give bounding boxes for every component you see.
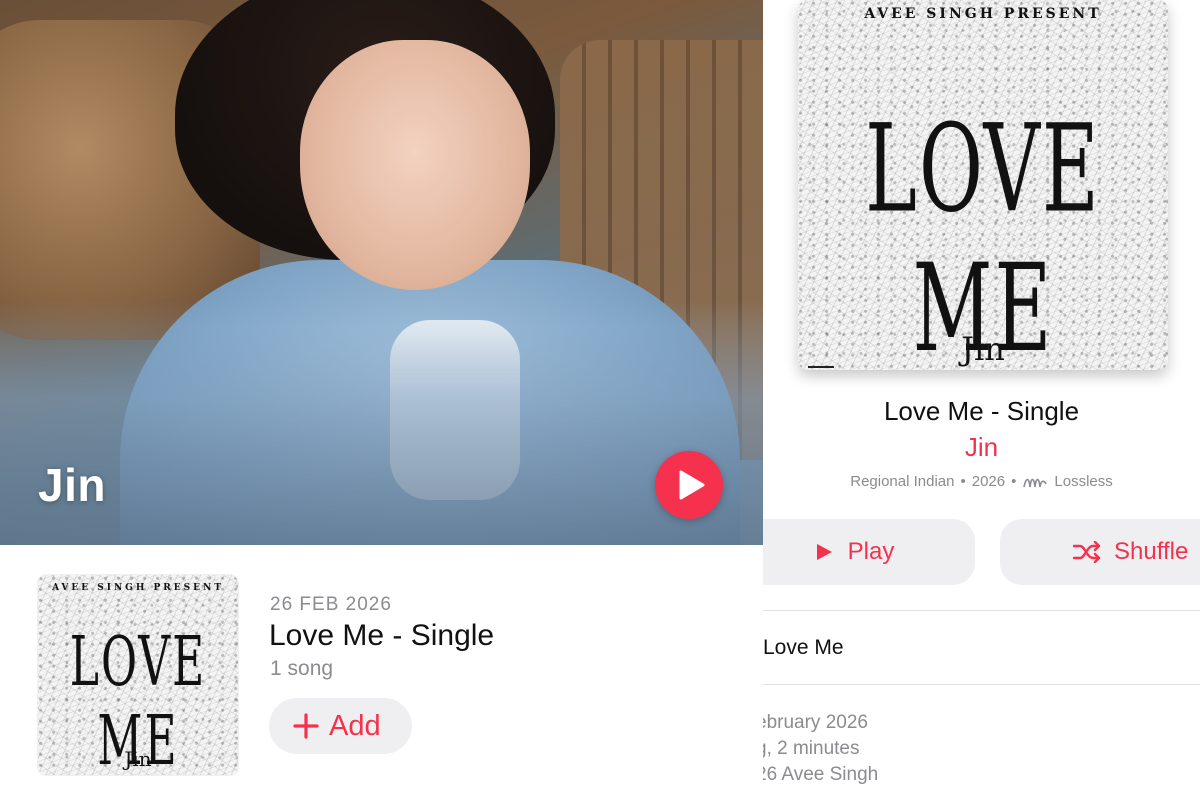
meta-separator: • xyxy=(960,473,966,490)
add-button-label: Add xyxy=(329,709,381,742)
divider xyxy=(763,684,1200,685)
copyright-info: 26 Avee Singh xyxy=(763,764,879,785)
art-corner-mark xyxy=(808,366,834,368)
art-presenter-text: Avee Singh Present xyxy=(864,6,1102,22)
shuffle-button[interactable]: Shuffle xyxy=(1000,519,1200,585)
play-button-label: Play xyxy=(847,538,895,565)
plus-icon xyxy=(293,713,319,739)
track-row[interactable]: Love Me xyxy=(763,636,844,660)
album-quality: Lossless xyxy=(1054,473,1113,490)
artist-page: Jin Avee Singh Present LOVE ME Jin 26 FE… xyxy=(0,0,763,805)
artist-name: Jin xyxy=(38,459,106,511)
art-artist-text: Jin xyxy=(124,747,152,771)
lossless-icon xyxy=(1023,478,1048,487)
album-meta: Regional Indian • 2026 • Lossless xyxy=(763,473,1200,490)
play-button[interactable]: Play xyxy=(763,519,975,585)
album-cover: Avee Singh Present LOVE ME Jin xyxy=(798,0,1168,370)
album-length-info: g, 2 minutes xyxy=(763,738,860,759)
album-year: 2026 xyxy=(971,473,1006,490)
add-button[interactable]: Add xyxy=(269,698,412,754)
hero-photo-shade xyxy=(0,0,763,545)
latest-release-date: 26 FEB 2026 xyxy=(270,594,392,615)
shuffle-icon xyxy=(1072,541,1101,563)
album-artist-link[interactable]: Jin xyxy=(763,432,1200,463)
album-title: Love Me - Single xyxy=(883,396,1080,426)
latest-release-song-count: 1 song xyxy=(270,657,334,680)
latest-release-artwork[interactable]: Avee Singh Present LOVE ME Jin xyxy=(38,575,238,775)
art-artist-text: Jin xyxy=(961,330,1005,368)
divider xyxy=(763,610,1200,611)
release-date-info: ebruary 2026 xyxy=(763,712,868,733)
album-art-small: Avee Singh Present LOVE ME Jin xyxy=(38,575,238,775)
album-page: Avee Singh Present LOVE ME Jin Love Me -… xyxy=(763,0,1200,805)
art-presenter-text: Avee Singh Present xyxy=(52,583,224,593)
latest-release-title[interactable]: Love Me - Single xyxy=(269,619,494,653)
play-icon xyxy=(679,470,705,500)
artist-play-button[interactable] xyxy=(655,451,723,519)
shuffle-button-label: Shuffle xyxy=(1114,538,1189,565)
album-art-large: Avee Singh Present LOVE ME Jin xyxy=(798,0,1168,370)
artist-hero-image xyxy=(0,0,763,545)
play-icon xyxy=(816,544,832,560)
meta-separator: • xyxy=(1011,473,1017,490)
album-genre: Regional Indian xyxy=(850,473,955,490)
